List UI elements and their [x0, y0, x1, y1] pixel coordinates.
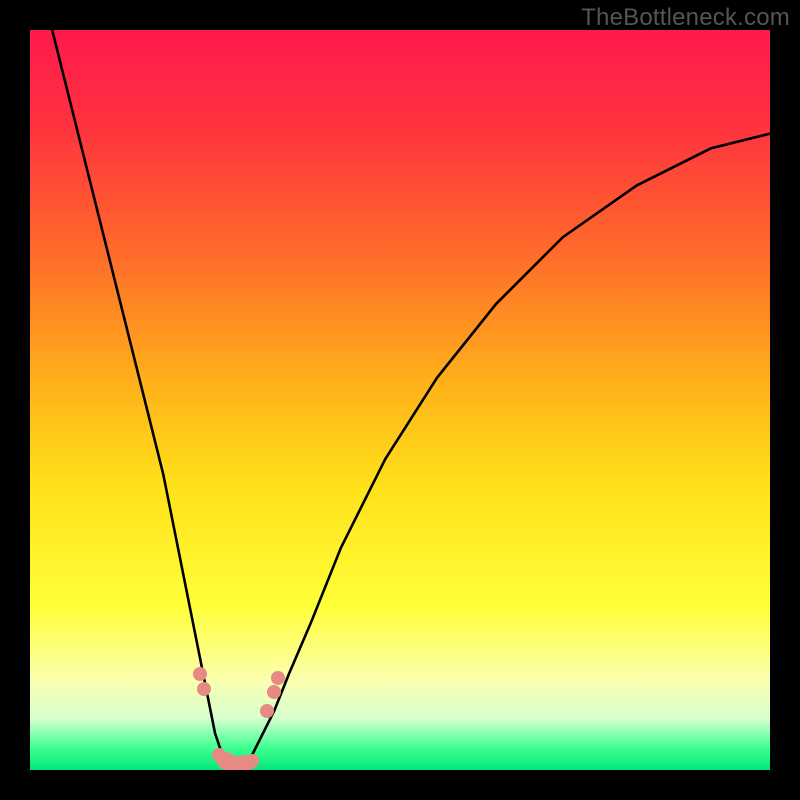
- data-marker: [245, 754, 259, 768]
- data-marker: [260, 704, 274, 718]
- watermark-text: TheBottleneck.com: [581, 4, 790, 32]
- data-marker: [193, 667, 207, 681]
- data-marker: [197, 682, 211, 696]
- bottleneck-curve: [30, 30, 770, 770]
- plot-area: [30, 30, 770, 770]
- data-marker: [267, 685, 281, 699]
- data-marker: [271, 671, 285, 685]
- chart-frame: TheBottleneck.com: [0, 0, 800, 800]
